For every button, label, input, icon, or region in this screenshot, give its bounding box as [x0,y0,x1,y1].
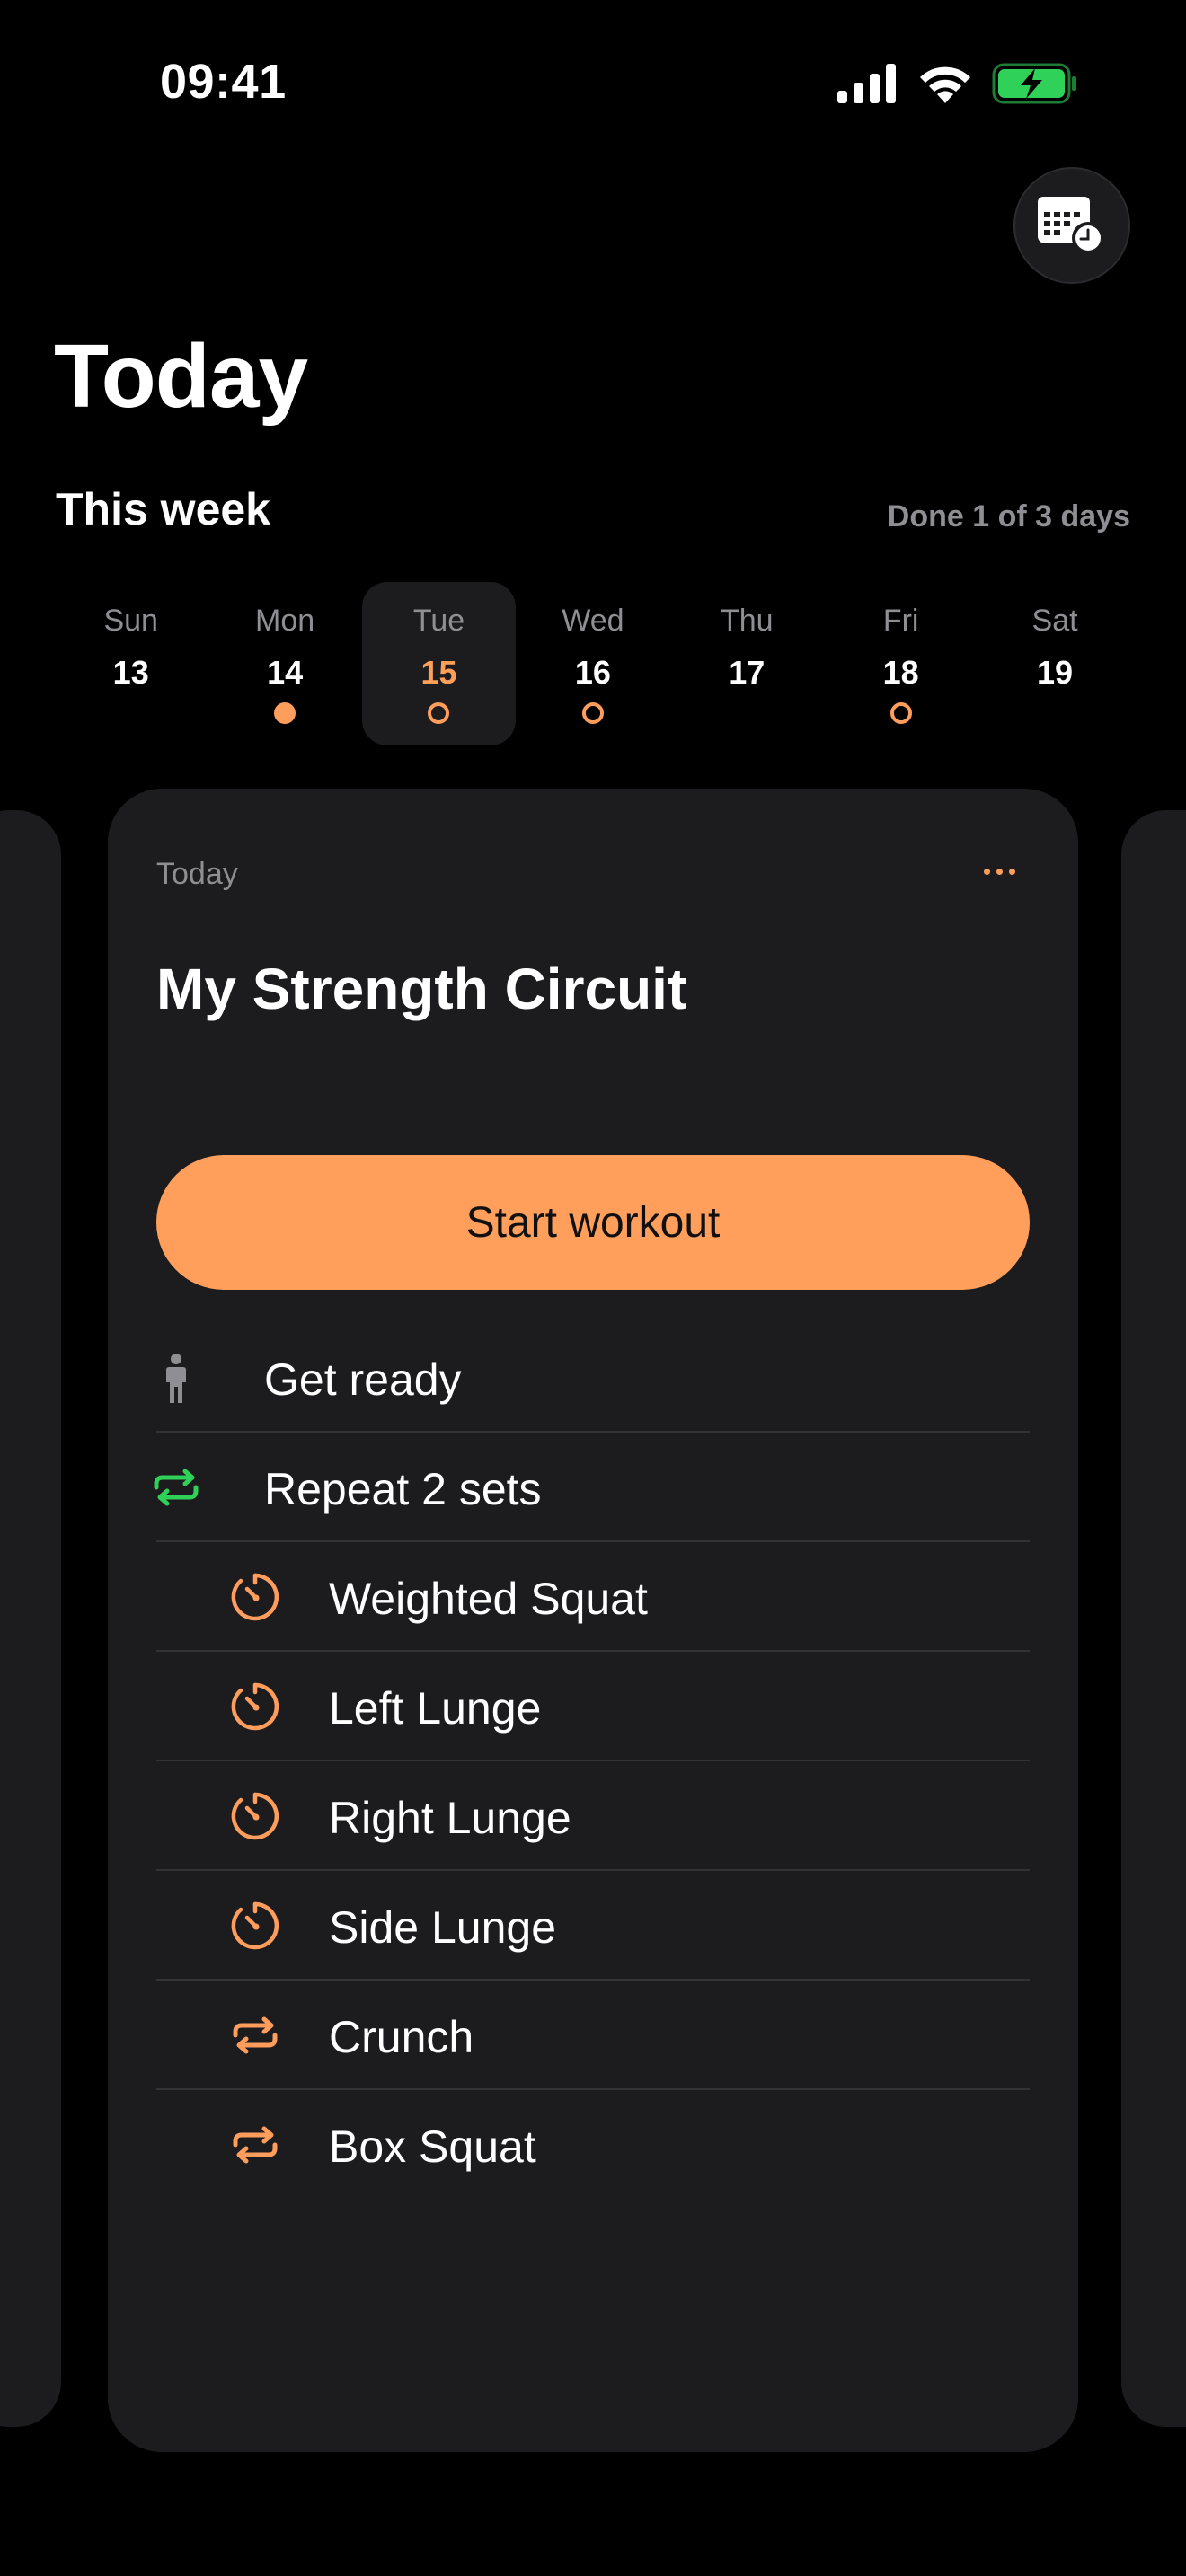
repeat-icon [230,2120,280,2170]
step-label: Side Lunge [329,1902,557,1953]
scheduled-dot [581,702,604,724]
more-options-button[interactable] [972,853,1026,889]
list-item: Left Lunge [156,1652,1030,1761]
day-number: 17 [729,654,766,691]
scheduled-dot [890,702,912,724]
timer-icon [230,1791,280,1841]
page-title: Today [54,326,308,427]
day-mon[interactable]: Mon 14 [208,582,361,745]
workout-steps-list: Get ready Repeat 2 sets Weighted Squat L… [154,1323,1030,2200]
list-item: Box Squat [156,2090,1030,2200]
day-sun[interactable]: Sun 13 [54,582,208,745]
step-label: Right Lunge [329,1793,571,1843]
list-item: Crunch [156,1981,1030,2090]
card-day-label: Today [156,857,238,891]
step-label: Box Squat [329,2122,536,2172]
status-icons [837,63,1078,108]
workout-card: Today My Strength Circuit Start workout … [108,789,1078,2452]
timer-icon [230,1901,280,1951]
ellipsis-icon [983,868,990,875]
previous-workout-card[interactable] [0,810,61,2427]
day-number: 19 [1037,654,1074,691]
scheduled-dot [428,702,450,724]
day-name: Mon [255,604,315,638]
start-workout-button[interactable]: Start workout [156,1155,1030,1290]
day-name: Wed [562,604,624,638]
day-sat[interactable]: Sat 19 [978,582,1131,745]
repeat-icon [151,1462,201,1513]
repeat-icon [230,2010,280,2060]
calendar-button[interactable] [1013,167,1130,284]
day-name: Sun [103,604,158,638]
workout-title: My Strength Circuit [156,957,687,1021]
timer-icon [230,1681,280,1732]
day-name: Tue [412,604,465,638]
day-number: 14 [267,654,304,691]
day-name: Fri [882,604,919,638]
cellular-signal-icon [837,63,898,108]
completed-dot [274,702,296,724]
step-label: Crunch [329,2012,474,2062]
list-item: Get ready [156,1323,1030,1433]
day-name: Thu [720,604,774,638]
step-label: Repeat 2 sets [264,1464,542,1514]
step-label: Get ready [264,1354,462,1405]
wifi-icon [918,64,972,108]
next-workout-card[interactable] [1121,810,1186,2427]
week-progress: Done 1 of 3 days [887,499,1130,534]
calendar-clock-icon [1036,191,1108,260]
list-item: Right Lunge [156,1761,1030,1871]
day-number: 15 [420,654,457,691]
person-icon [151,1353,201,1403]
day-number: 13 [112,654,149,691]
day-wed[interactable]: Wed 16 [516,582,669,745]
day-number: 18 [882,654,919,691]
step-label: Weighted Squat [329,1574,648,1624]
day-fri[interactable]: Fri 18 [824,582,978,745]
list-item: Weighted Squat [156,1542,1030,1652]
timer-icon [230,1572,280,1622]
status-time: 09:41 [160,55,287,109]
day-number: 16 [574,654,611,691]
step-label: Left Lunge [329,1683,542,1734]
day-name: Sat [1031,604,1078,638]
status-bar: 09:41 [0,0,1186,171]
list-item: Side Lunge [156,1871,1030,1981]
list-item: Repeat 2 sets [154,1433,1030,1542]
week-title: This week [56,484,270,534]
day-thu[interactable]: Thu 17 [670,582,824,745]
day-tue[interactable]: Tue 15 [361,582,517,745]
battery-charging-icon [992,63,1078,109]
week-strip: Sun 13 Mon 14 Tue 15 Wed 16 Thu 17 Fri 1… [54,582,1132,745]
